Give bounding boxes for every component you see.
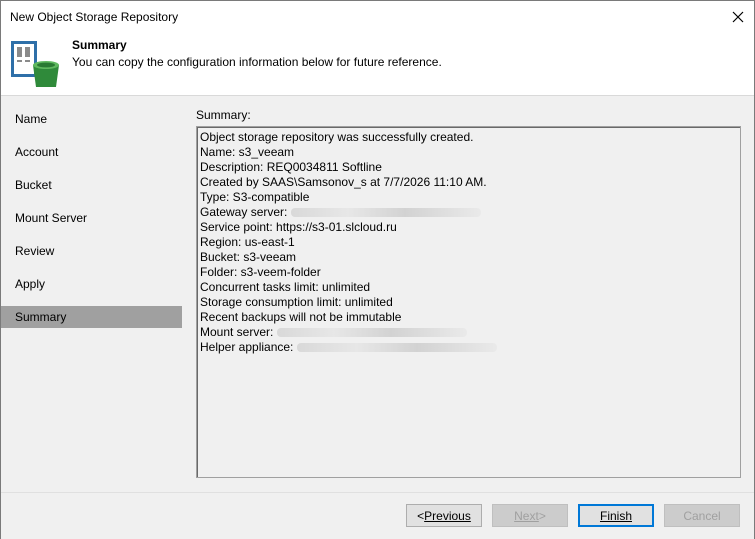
previous-button[interactable]: < Previous [406,504,482,527]
page-title: Summary [72,38,127,52]
nav-step-summary[interactable]: Summary [1,306,182,328]
summary-line: Region: us-east-1 [200,235,295,249]
summary-line: Description: REQ0034811 Softline [200,160,382,174]
finish-label: Finish [599,508,632,523]
wizard-body: Name Account Bucket Mount Server Review … [1,95,754,493]
finish-button[interactable]: Finish [578,504,654,527]
summary-panel: Summary: Object storage repository was s… [182,96,754,493]
nav-step-mount-server[interactable]: Mount Server [1,207,182,229]
summary-line: Folder: s3-veem-folder [200,265,321,279]
summary-line: Bucket: s3-veeam [200,250,297,264]
wizard-footer: < Previous Next > Finish Cancel [1,492,754,539]
cancel-label: Cancel [683,508,721,523]
summary-line: Type: S3-compatible [200,190,310,204]
close-button[interactable] [722,1,754,33]
close-icon [732,11,744,23]
redacted-value [276,328,467,338]
previous-label: Previous [424,508,471,523]
summary-line-helper: Helper appliance: [200,340,497,355]
wizard-header: Summary You can copy the configuration i… [1,33,754,95]
cancel-button[interactable]: Cancel [664,504,740,527]
summary-line: Name: s3_veeam [200,145,295,159]
wizard-steps-nav: Name Account Bucket Mount Server Review … [1,96,182,493]
summary-line-label: Gateway server: [200,205,288,219]
nav-step-apply[interactable]: Apply [1,273,182,295]
summary-textbox[interactable]: Object storage repository was successful… [196,126,741,478]
nav-step-bucket[interactable]: Bucket [1,174,182,196]
summary-line: Created by SAAS\Samsonov_s at 7/7/2026 1… [200,175,487,189]
summary-label: Summary: [196,108,251,122]
summary-line: Storage consumption limit: unlimited [200,295,393,309]
next-label: Next [514,508,539,523]
object-storage-repository-icon [11,41,59,87]
nav-step-name[interactable]: Name [1,108,182,130]
summary-line-mount: Mount server: [200,325,497,340]
previous-prefix: < [417,508,425,523]
window-title: New Object Storage Repository [10,10,179,24]
summary-line: Recent backups will not be immutable [200,310,402,324]
summary-line: Object storage repository was successful… [200,130,474,144]
summary-line: Service point: https://s3-01.slcloud.ru [200,220,397,234]
summary-line: Concurrent tasks limit: unlimited [200,280,371,294]
next-button[interactable]: Next > [492,504,568,527]
nav-step-account[interactable]: Account [1,141,182,163]
page-subtitle: You can copy the configuration informati… [72,55,442,69]
summary-line-label: Mount server: [200,325,274,339]
summary-line-label: Helper appliance: [200,340,294,354]
title-bar: New Object Storage Repository [1,1,754,33]
next-suffix: > [538,508,546,523]
summary-lines: Object storage repository was successful… [200,130,497,355]
dialog-window: New Object Storage Repository Summary Yo… [0,0,755,539]
redacted-value [296,343,497,353]
redacted-value [290,208,481,218]
summary-line-gateway: Gateway server: [200,205,497,220]
nav-step-review[interactable]: Review [1,240,182,262]
